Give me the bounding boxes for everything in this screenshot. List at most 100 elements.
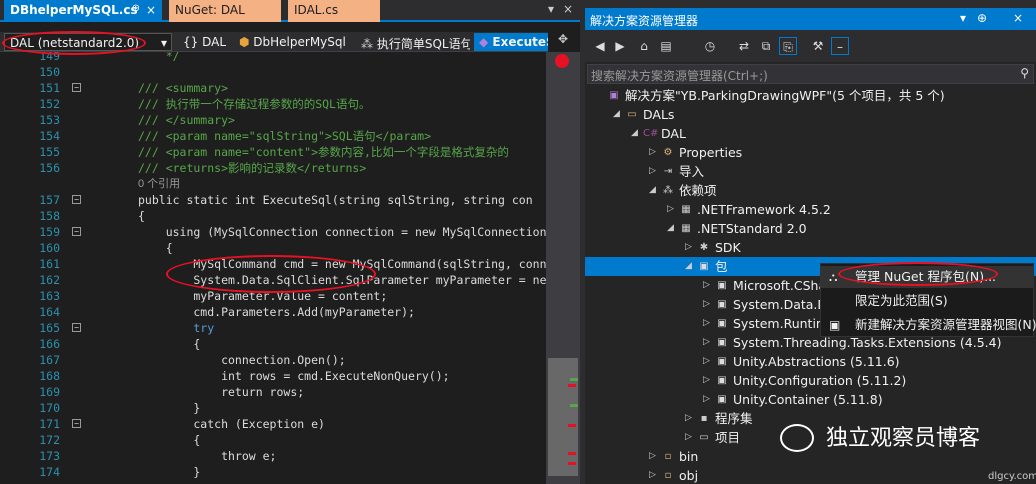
- vertical-scrollbar[interactable]: [546, 52, 580, 484]
- chevron-down-icon[interactable]: ▾: [960, 11, 966, 25]
- tab-idal[interactable]: IDAL.cs: [288, 0, 380, 22]
- preview-icon[interactable]: –: [831, 37, 849, 55]
- collapsed-arrow-icon[interactable]: ▷: [667, 200, 674, 219]
- search-icon[interactable]: ⚲: [1020, 66, 1029, 80]
- tree-node[interactable]: ▷ ✱ SDK: [585, 238, 1036, 257]
- tab-dbhelpermysql[interactable]: DBhelperMySQL.cs ⊕ ×: [4, 0, 162, 22]
- code-line: 156 /// <returns>影响的记录数</returns>: [0, 160, 546, 176]
- member-dropdown[interactable]: ⁂ 执行简单SQL语句: [356, 33, 470, 51]
- switch-views-icon[interactable]: ▤: [657, 37, 675, 55]
- class-dropdown[interactable]: ⬢ DbHelperMySql: [234, 33, 350, 51]
- tree-node[interactable]: ▷ ▣ Unity.Container (5.11.8): [585, 390, 1036, 409]
- code-text: {: [138, 241, 173, 255]
- tree-node[interactable]: ▷ ⚙ Properties: [585, 143, 1036, 162]
- expanded-arrow-icon[interactable]: ◢: [685, 257, 692, 276]
- collapsed-arrow-icon[interactable]: ▷: [703, 352, 710, 371]
- properties-wrench-icon[interactable]: ⚒: [809, 37, 827, 55]
- collapse-toggle-icon[interactable]: −: [72, 227, 81, 236]
- expanded-arrow-icon[interactable]: ◢: [613, 105, 620, 124]
- split-window-icon[interactable]: ✥: [553, 32, 573, 52]
- code-line: 167 connection.Open();: [0, 352, 546, 368]
- code-text: {: [138, 337, 201, 351]
- assembly-icon: ▪: [700, 413, 708, 424]
- tree-node[interactable]: ◢ C# DAL: [585, 124, 1036, 143]
- code-text: throw e;: [138, 449, 277, 463]
- line-number: 171: [39, 417, 60, 431]
- code-text: */: [138, 52, 180, 63]
- tree-node-label: 包: [715, 259, 728, 274]
- menu-item-new-view[interactable]: ▣ 新建解决方案资源管理器视图(N): [821, 314, 1036, 336]
- nuget-icon: ⛬: [829, 270, 838, 284]
- code-line: 166 {: [0, 336, 546, 352]
- tree-node[interactable]: ▣ 解决方案"YB.ParkingDrawingWPF"(5 个项目，共 5 个): [585, 86, 1036, 105]
- close-all-icon[interactable]: ×: [563, 2, 573, 16]
- sync-icon[interactable]: ⇄: [735, 37, 753, 55]
- change-marker: [570, 378, 578, 381]
- collapsed-arrow-icon[interactable]: ▷: [703, 390, 710, 409]
- close-icon[interactable]: ×: [1013, 11, 1023, 25]
- solution-explorer-search-input[interactable]: 搜索解决方案资源管理器(Ctrl+;) ⚲: [587, 64, 1034, 84]
- expanded-arrow-icon[interactable]: ◢: [631, 124, 638, 143]
- tree-node-label: SDK: [715, 240, 741, 255]
- collapsed-arrow-icon[interactable]: ▷: [703, 276, 710, 295]
- collapsed-arrow-icon[interactable]: ▷: [649, 447, 656, 466]
- tree-node-label: 程序集: [715, 411, 753, 426]
- framework-icon: ▦: [681, 204, 691, 215]
- show-all-files-icon[interactable]: ⎘: [779, 37, 797, 55]
- collapsed-arrow-icon[interactable]: ▷: [649, 143, 656, 162]
- pin-icon[interactable]: ⊕: [977, 11, 987, 25]
- collapsed-arrow-icon[interactable]: ▷: [649, 466, 656, 484]
- collapse-toggle-icon[interactable]: −: [72, 419, 81, 428]
- pin-icon[interactable]: ⊕: [132, 3, 140, 14]
- line-number: 170: [39, 401, 60, 415]
- search-placeholder: 搜索解决方案资源管理器(Ctrl+;): [591, 69, 768, 83]
- tree-node[interactable]: ▷ ▫ obj: [585, 466, 1036, 484]
- collapsed-arrow-icon[interactable]: ▷: [703, 295, 710, 314]
- collapsed-arrow-icon[interactable]: ▷: [685, 428, 692, 447]
- back-icon[interactable]: ◀: [591, 37, 609, 55]
- tree-node-label: Unity.Abstractions (5.11.6): [733, 354, 900, 369]
- code-line: 150: [0, 64, 546, 80]
- tree-node[interactable]: ▷ ▦ .NETFramework 4.5.2: [585, 200, 1036, 219]
- line-number: 166: [39, 337, 60, 351]
- namespace-dropdown[interactable]: {} DAL: [178, 33, 230, 51]
- tab-nuget-dal[interactable]: NuGet: DAL: [169, 0, 281, 22]
- collapsed-arrow-icon[interactable]: ▷: [685, 409, 692, 428]
- tree-node[interactable]: ▷ ▣ Unity.Abstractions (5.11.6): [585, 352, 1036, 371]
- tab-overflow-dropdown-icon[interactable]: ▾: [548, 2, 554, 16]
- tree-node[interactable]: ◢ ⁂ 依赖项: [585, 181, 1036, 200]
- collapsed-arrow-icon[interactable]: ▷: [649, 162, 656, 181]
- line-number: 154: [39, 129, 60, 143]
- code-line: 172 {: [0, 432, 546, 448]
- collapsed-arrow-icon[interactable]: ▷: [703, 371, 710, 390]
- tree-node[interactable]: ◢ ▦ .NETStandard 2.0: [585, 219, 1036, 238]
- tree-node[interactable]: ▷ ▣ Unity.Configuration (5.11.2): [585, 371, 1036, 390]
- error-marker: [568, 462, 576, 465]
- code-line: 159 − using (MySqlConnection connection =…: [0, 224, 546, 240]
- collapse-toggle-icon[interactable]: −: [72, 323, 81, 332]
- method-dropdown[interactable]: ◆ ExecuteS: [474, 33, 548, 51]
- expanded-arrow-icon[interactable]: ◢: [667, 219, 674, 238]
- close-icon[interactable]: ×: [146, 3, 156, 17]
- tree-node[interactable]: ▷ ⇥ 导入: [585, 162, 1036, 181]
- line-number: 167: [39, 353, 60, 367]
- package-icon: ▣: [717, 318, 727, 329]
- collapsed-arrow-icon[interactable]: ▷: [703, 314, 710, 333]
- code-text: {: [138, 209, 145, 223]
- collapse-all-icon[interactable]: ⧉: [757, 37, 775, 55]
- tree-node[interactable]: ◢ ▭ DALs: [585, 105, 1036, 124]
- breakpoint-icon: [555, 54, 569, 68]
- scrollbar-thumb[interactable]: [548, 358, 578, 476]
- class-dropdown-label: DbHelperMySql: [253, 35, 346, 49]
- menu-item-scope-to-this[interactable]: 限定为此范围(S): [821, 290, 1033, 312]
- collapse-toggle-icon[interactable]: −: [72, 195, 81, 204]
- line-number: 150: [39, 65, 60, 79]
- forward-icon[interactable]: ▶: [611, 37, 629, 55]
- pending-changes-filter-icon[interactable]: ◷: [701, 37, 719, 55]
- watermark-text: 独立观察员博客: [826, 426, 981, 451]
- home-icon[interactable]: ⌂: [635, 37, 653, 55]
- expanded-arrow-icon[interactable]: ◢: [649, 181, 656, 200]
- collapse-toggle-icon[interactable]: −: [72, 83, 81, 92]
- collapsed-arrow-icon[interactable]: ▷: [703, 333, 710, 352]
- collapsed-arrow-icon[interactable]: ▷: [685, 238, 692, 257]
